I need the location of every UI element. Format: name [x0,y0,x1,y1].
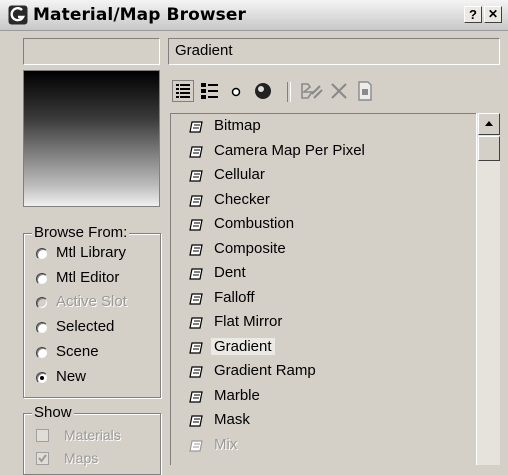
list-item-label: Marble [214,386,260,404]
map-type-icon [189,317,203,329]
scroll-up-button[interactable] [478,113,500,135]
view-list-icons-icon[interactable] [199,80,221,102]
map-type-icon [189,170,203,182]
radio-label: Mtl Library [56,244,127,261]
radio-button[interactable] [36,322,48,334]
scroll-thumb[interactable] [478,136,500,161]
radio-label: Active Slot [56,293,127,310]
browse-from-label: Browse From: [32,224,130,241]
map-type-icon [189,292,203,305]
list-item-label: Combustion [214,215,295,232]
radio-label: Mtl Editor [56,269,120,286]
map-type-icon [189,194,203,207]
view-list-icon[interactable] [172,80,194,102]
window-title: Material/Map Browser [33,5,246,25]
view-small-icons-icon[interactable] [225,80,247,102]
list-item-label: Composite [214,239,286,257]
browse-from-group: Browse From: Mtl Library Mtl Editor Acti… [23,224,161,398]
radio-button[interactable] [36,347,48,359]
show-label: Show [32,404,74,421]
map-type-icon [189,341,203,354]
clear-material-library-icon[interactable] [354,80,376,102]
list-item-label: Checker [214,190,270,208]
list-item-label: Dent [214,264,246,281]
list-item-label: Mask [214,411,250,428]
map-type-icon [189,145,203,158]
list-item-label: Cellular [214,166,265,183]
list-item-label: Mix [214,435,238,453]
list-item-label: Bitmap [214,117,261,134]
title-bar[interactable]: Material/Map Browser ? ✕ [0,0,508,31]
list-scrollbar[interactable] [476,113,500,465]
radio-button[interactable] [36,372,48,384]
material-name-box [23,38,160,65]
toolbar-separator [287,82,291,102]
map-type-icon [189,439,203,452]
map-type-icon [189,268,203,280]
delete-icon[interactable] [328,80,350,102]
update-scene-materials-icon[interactable] [298,80,324,102]
map-name-field[interactable]: Gradient [168,38,500,65]
map-type-icon [189,390,203,403]
scroll-up-arrow-icon [485,121,493,126]
map-type-icon [189,219,203,231]
radio-label: Scene [56,343,99,360]
radio-button[interactable] [36,273,48,285]
map-type-icon [189,121,203,133]
list-item-label: Falloff [214,288,255,306]
radio-button [36,297,48,309]
radio-label: New [56,368,87,385]
materials-checkbox-label: Materials [64,427,121,443]
help-button[interactable]: ? [464,6,482,23]
list-item-label: Gradient [211,337,275,355]
radio-label: Selected [56,318,115,335]
map-type-icon [189,366,203,378]
map-preview [23,70,160,207]
view-large-icons-icon[interactable] [252,80,274,102]
close-button[interactable]: ✕ [484,6,502,23]
show-group: Show Materials Maps [23,404,161,475]
maps-checkbox [36,452,49,465]
list-item-label: Flat Mirror [214,313,283,330]
radio-button[interactable] [36,248,48,260]
maps-checkbox-label: Maps [64,450,99,466]
map-type-icon [189,243,203,256]
map-type-icon [189,415,203,427]
list-item-label: Camera Map Per Pixel [214,141,365,159]
map-list[interactable]: Bitmap Camera Map Per Pixel Cellular Checke… [170,113,476,465]
list-item-label: Gradient Ramp [214,362,316,379]
app-logo-icon [8,5,28,25]
materials-checkbox [36,429,49,442]
